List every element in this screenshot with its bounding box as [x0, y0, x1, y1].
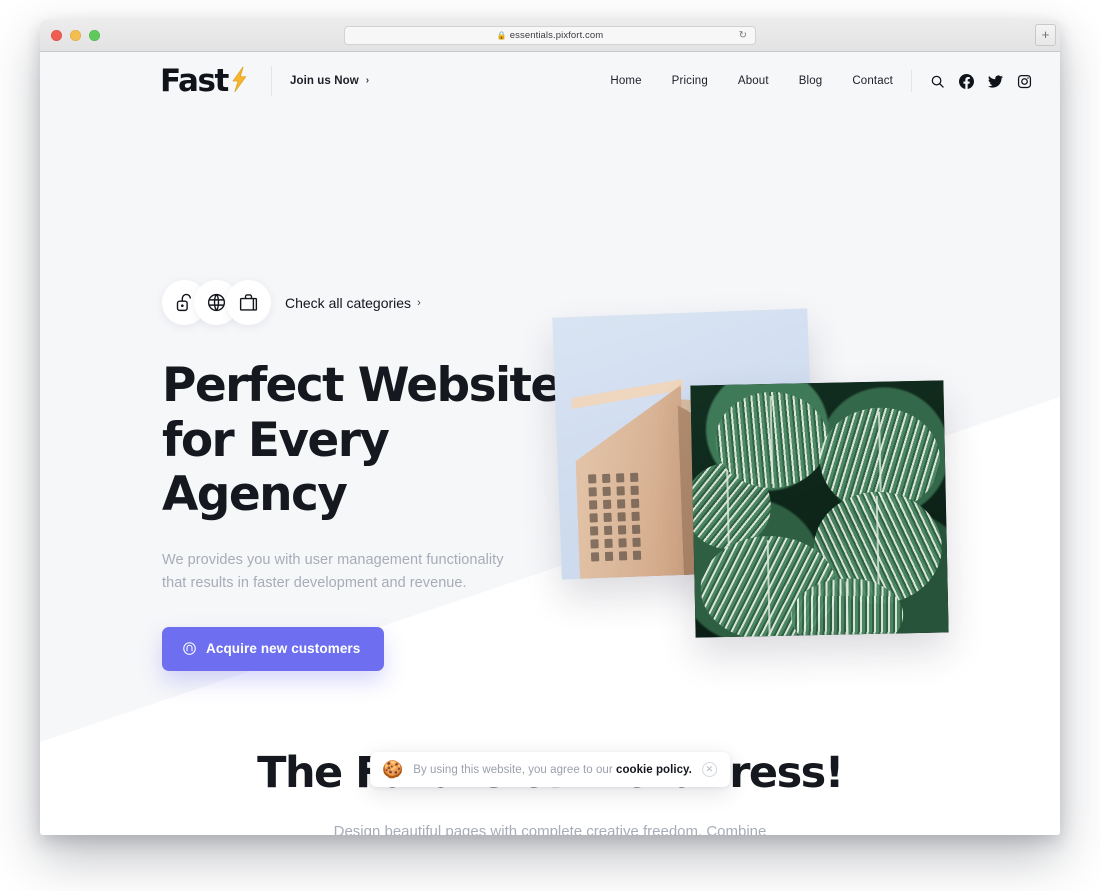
close-circle-icon[interactable]: ✕ — [701, 762, 717, 777]
headline-line-1: Perfect Website — [162, 358, 562, 413]
lightning-bolt-icon — [229, 66, 249, 94]
hero-section: Check all categories › Perfect Website f… — [40, 110, 1060, 742]
site-header: Fast Join us Now › Home Pricing About Bl… — [40, 52, 1060, 110]
section-body-line-1: Design beautiful pages with complete cre… — [333, 823, 639, 835]
hero-content: Check all categories › Perfect Website f… — [162, 280, 582, 671]
join-us-label: Join us Now — [289, 75, 359, 87]
cta-label: Acquire new customers — [206, 640, 361, 656]
twitter-icon[interactable] — [988, 74, 1003, 89]
header-divider-2 — [911, 70, 912, 92]
shopping-bag-icon[interactable] — [226, 280, 271, 325]
url-text: essentials.pixfort.com — [509, 30, 604, 41]
page-viewport: Fast Join us Now › Home Pricing About Bl… — [40, 52, 1060, 835]
desktop-backdrop: 🔒 essentials.pixfort.com ↻ + Fast Join u… — [0, 0, 1100, 891]
lock-icon: 🔒 — [496, 30, 507, 40]
cookie-notice-text: By using this website, you agree to our … — [413, 764, 692, 776]
close-window-button[interactable] — [51, 30, 62, 41]
nav-item-about[interactable]: About — [738, 75, 769, 87]
url-display: 🔒 essentials.pixfort.com — [497, 30, 604, 41]
nav-item-blog[interactable]: Blog — [799, 75, 823, 87]
hero-subtext: We provides you with user management fun… — [162, 549, 532, 595]
new-tab-button[interactable]: + — [1035, 24, 1056, 46]
facebook-icon[interactable] — [959, 73, 974, 89]
circled-umbrella-icon — [182, 641, 197, 656]
search-icon[interactable] — [930, 74, 945, 89]
leaf-shape — [790, 577, 904, 637]
brand-block: Fast Join us Now › — [60, 65, 369, 98]
header-divider — [270, 66, 272, 96]
logo-text: Fast — [160, 63, 229, 100]
main-navigation: Home Pricing About Blog Contact — [610, 75, 893, 87]
instagram-icon[interactable] — [1017, 74, 1032, 89]
join-us-now-link[interactable]: Join us Now › — [290, 75, 369, 87]
subtext-line-1: We provides you with user management fun… — [162, 551, 504, 568]
nav-item-home[interactable]: Home — [610, 75, 641, 87]
leaves-photo — [690, 380, 949, 638]
check-all-categories-link[interactable]: Check all categories › — [285, 295, 421, 311]
subtext-line-2: that results in faster development and r… — [162, 574, 467, 591]
reload-icon[interactable]: ↻ — [739, 30, 747, 41]
chevron-right-icon-2: › — [417, 296, 421, 309]
categories-row: Check all categories › — [162, 280, 582, 325]
hero-headline: Perfect Website for Every Agency — [162, 358, 582, 523]
browser-toolbar: 🔒 essentials.pixfort.com ↻ + — [40, 20, 1060, 52]
cookie-policy-link[interactable]: cookie policy. — [616, 764, 692, 776]
headline-line-2: for Every Agency — [162, 412, 390, 523]
category-icon-stack — [162, 280, 271, 325]
chevron-right-icon: › — [365, 75, 370, 86]
window-controls — [40, 30, 100, 41]
cookie-text-prefix: By using this website, you agree to our — [413, 763, 616, 776]
cookie-notice-bar: 🍪 By using this website, you agree to ou… — [370, 752, 730, 787]
nav-item-contact[interactable]: Contact — [852, 75, 893, 87]
minimize-window-button[interactable] — [70, 30, 81, 41]
cookie-icon: 🍪 — [382, 760, 404, 779]
maximize-window-button[interactable] — [89, 30, 100, 41]
hero-image-group — [552, 305, 975, 685]
nav-item-pricing[interactable]: Pricing — [672, 75, 708, 87]
section-body: Design beautiful pages with complete cre… — [320, 820, 780, 835]
categories-link-label: Check all categories — [285, 294, 412, 311]
acquire-new-customers-button[interactable]: Acquire new customers — [162, 626, 385, 671]
header-icon-group — [930, 73, 1032, 89]
address-bar[interactable]: 🔒 essentials.pixfort.com ↻ — [344, 26, 756, 45]
site-logo[interactable]: Fast — [160, 65, 249, 98]
browser-window: 🔒 essentials.pixfort.com ↻ + Fast Join u… — [40, 20, 1060, 835]
leaf-shape — [715, 391, 829, 489]
